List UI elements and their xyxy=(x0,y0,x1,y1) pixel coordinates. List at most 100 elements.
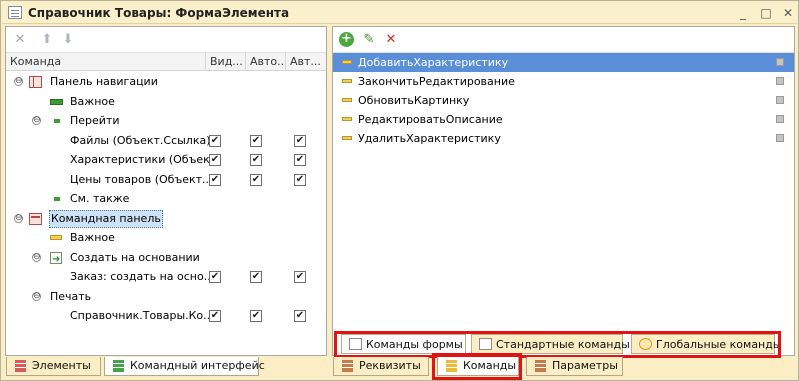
command-interface-icon xyxy=(113,360,124,372)
tab-command-interface[interactable]: Командный интерфейс xyxy=(104,357,265,376)
command-action-icon[interactable] xyxy=(776,115,784,123)
tree-row[interactable]: Файлы (Объект.Ссылка) ✔ ✔ ✔ xyxy=(6,131,326,151)
auto-checkbox[interactable]: ✔ xyxy=(250,134,262,147)
auto-checkbox[interactable]: ✔ xyxy=(250,154,262,166)
auto-checkbox[interactable]: ✔ xyxy=(250,173,262,186)
close-button[interactable]: ✕ xyxy=(780,5,796,21)
command-action-icon[interactable] xyxy=(776,77,784,85)
list-item[interactable]: ЗакончитьРедактирование xyxy=(333,72,794,91)
column-header-auto[interactable]: Авто... xyxy=(246,53,286,71)
visibility-checkbox[interactable]: ✔ xyxy=(209,173,221,186)
tab-label: Стандартные команды xyxy=(496,338,630,351)
auto-checkbox[interactable]: ✔ xyxy=(250,271,262,283)
visibility-checkbox[interactable]: ✔ xyxy=(209,154,221,166)
command-tree: ⊖ Панель навигации Важное ⊖ Перейти Файл… xyxy=(6,72,326,326)
list-item[interactable]: РедактироватьОписание xyxy=(333,110,794,129)
auto-checkbox-2[interactable]: ✔ xyxy=(294,173,306,186)
maximize-button[interactable]: □ xyxy=(758,5,774,21)
add-icon[interactable]: + xyxy=(339,32,354,47)
tree-row-label: Создать на основании xyxy=(70,250,200,264)
tab-label: Реквизиты xyxy=(359,359,421,372)
attributes-icon xyxy=(342,360,353,372)
tree-row[interactable]: Заказ: создать на осно... ✔ ✔ ✔ xyxy=(6,267,326,287)
tree-row[interactable]: ⊖ Перейти xyxy=(6,111,326,131)
delete-icon[interactable]: ✕ xyxy=(12,32,28,48)
left-toolbar: ✕ ⬆ ⬇ xyxy=(6,27,326,53)
command-icon xyxy=(342,117,352,121)
auto-checkbox-2[interactable]: ✔ xyxy=(294,310,306,322)
green-small-icon xyxy=(54,197,60,201)
form-commands-icon xyxy=(349,338,362,350)
collapse-icon[interactable]: ⊖ xyxy=(32,116,41,125)
tab-attributes[interactable]: Реквизиты xyxy=(333,357,429,376)
tree-row-label: Перейти xyxy=(70,114,120,127)
tree-row[interactable]: Цены товаров (Объект... ✔ ✔ ✔ xyxy=(6,170,326,190)
tab-commands[interactable]: Команды xyxy=(437,357,519,376)
move-down-icon[interactable]: ⬇ xyxy=(60,32,76,48)
navigation-panel-icon xyxy=(29,76,42,88)
yellow-bar-icon xyxy=(50,235,62,240)
tab-elements[interactable]: Элементы xyxy=(6,357,101,376)
auto-checkbox-2[interactable]: ✔ xyxy=(294,134,306,147)
tree-row[interactable]: ⊖ Создать на основании xyxy=(6,248,326,269)
tab-parameters[interactable]: Параметры xyxy=(526,357,623,376)
list-item[interactable]: УдалитьХарактеристику xyxy=(333,129,794,148)
tree-row[interactable]: ⊖ Командная панель xyxy=(6,209,326,229)
edit-icon[interactable]: ✎ xyxy=(361,32,377,48)
tree-row-label: Заказ: создать на осно... xyxy=(70,270,215,283)
form-commands-panel: + ✎ ✕ ДобавитьХарактеристику ЗакончитьРе… xyxy=(332,26,795,356)
column-header-visibility[interactable]: Вид... xyxy=(206,53,246,71)
list-item-label: РедактироватьОписание xyxy=(358,113,503,126)
command-action-icon[interactable] xyxy=(776,96,784,104)
command-panel-icon xyxy=(29,212,42,225)
command-action-icon[interactable] xyxy=(776,134,784,142)
delete-icon[interactable]: ✕ xyxy=(383,32,399,48)
tab-standard-commands[interactable]: Стандартные команды xyxy=(471,334,630,354)
collapse-icon[interactable]: ⊖ xyxy=(14,213,23,223)
tree-row[interactable]: Важное xyxy=(6,92,326,112)
tab-label: Командный интерфейс xyxy=(130,359,265,372)
auto-checkbox-2[interactable]: ✔ xyxy=(294,271,306,283)
visibility-checkbox[interactable]: ✔ xyxy=(209,310,221,322)
tab-form-commands[interactable]: Команды формы xyxy=(341,334,466,354)
green-bar-icon xyxy=(50,98,63,105)
tree-row[interactable]: ⊖ Печать xyxy=(6,287,326,307)
tree-row-label: Цены товаров (Объект... xyxy=(70,172,213,186)
visibility-checkbox[interactable]: ✔ xyxy=(209,134,221,147)
tab-label: Команды формы xyxy=(366,338,463,351)
column-header-auto-2[interactable]: Авт... xyxy=(286,53,326,71)
commands-icon xyxy=(446,360,457,372)
tree-row-label: Важное xyxy=(70,94,115,108)
collapse-icon[interactable]: ⊖ xyxy=(14,77,23,86)
list-item-selected[interactable]: ДобавитьХарактеристику xyxy=(333,53,794,72)
green-small-icon xyxy=(54,119,60,123)
minimize-button[interactable]: _ xyxy=(735,5,751,21)
tree-row-label: Файлы (Объект.Ссылка) xyxy=(70,133,211,147)
title-bar: Справочник Товары: ФормаЭлемента _ □ ✕ xyxy=(2,2,797,24)
tree-row-label-selected: Командная панель xyxy=(49,209,163,228)
collapse-icon[interactable]: ⊖ xyxy=(32,291,41,301)
move-up-icon[interactable]: ⬆ xyxy=(39,32,55,48)
tree-row-label: См. также xyxy=(70,192,130,205)
command-icon xyxy=(342,98,352,102)
tree-row[interactable]: Справочник.Товары.Ко... ✔ ✔ ✔ xyxy=(6,306,326,326)
form-commands-list: ДобавитьХарактеристику ЗакончитьРедактир… xyxy=(333,53,794,148)
tab-label: Глобальные команды xyxy=(656,338,782,351)
list-item-label: ДобавитьХарактеристику xyxy=(358,56,509,69)
standard-commands-icon xyxy=(479,338,492,350)
list-item[interactable]: ОбновитьКартинку xyxy=(333,91,794,110)
elements-icon xyxy=(15,360,26,372)
tree-row[interactable]: См. также xyxy=(6,189,326,209)
auto-checkbox-2[interactable]: ✔ xyxy=(294,154,306,166)
visibility-checkbox[interactable]: ✔ xyxy=(209,271,221,283)
auto-checkbox[interactable]: ✔ xyxy=(250,310,262,322)
tree-row[interactable]: Важное xyxy=(6,228,326,248)
tree-row[interactable]: ⊖ Панель навигации xyxy=(6,72,326,92)
tree-row-label: Печать xyxy=(50,289,92,303)
global-commands-icon xyxy=(639,338,652,350)
tree-row[interactable]: Характеристики (Объек... ✔ ✔ ✔ xyxy=(6,150,326,170)
collapse-icon[interactable]: ⊖ xyxy=(32,252,41,262)
tab-global-commands[interactable]: Глобальные команды xyxy=(631,334,782,354)
column-header-command[interactable]: Команда xyxy=(6,53,206,71)
command-action-icon[interactable] xyxy=(776,58,784,66)
